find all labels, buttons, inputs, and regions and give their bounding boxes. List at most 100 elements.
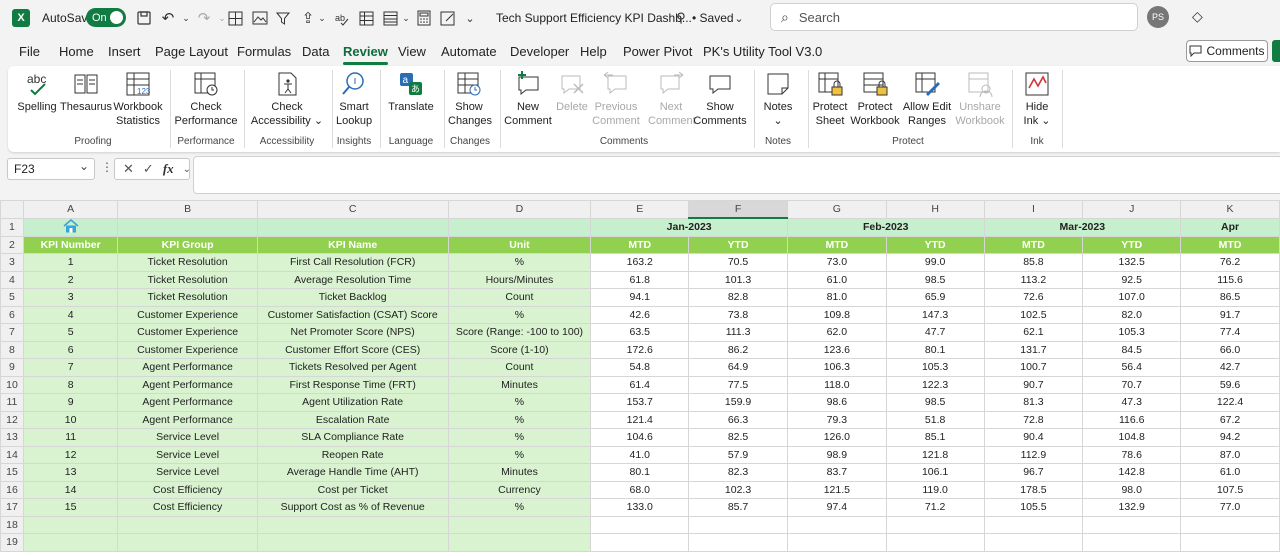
empty-cell[interactable]	[1082, 515, 1182, 534]
share-dropdown-icon[interactable]: ⌄	[312, 8, 332, 28]
calculator-icon[interactable]	[414, 8, 434, 28]
empty-cell[interactable]	[983, 515, 1084, 534]
picture-icon[interactable]	[250, 8, 270, 28]
empty-cell[interactable]	[447, 515, 592, 534]
customize-toolbar-icon[interactable]: ⌄	[460, 8, 480, 28]
kpi-name-cell[interactable]: Support Cost as % of Revenue	[256, 498, 449, 517]
value-cell[interactable]: 85.7	[688, 498, 788, 517]
kpi-group-cell[interactable]: Ticket Resolution	[117, 253, 258, 272]
kpi-name-cell[interactable]: Customer Effort Score (CES)	[256, 340, 449, 359]
kpi-group-cell[interactable]: Agent Performance	[117, 375, 258, 394]
kpi-name-cell[interactable]: Tickets Resolved per Agent	[256, 358, 449, 377]
month-header[interactable]: Jan-2023	[590, 217, 788, 237]
column-title[interactable]: YTD	[1082, 235, 1182, 254]
value-cell[interactable]: 98.6	[786, 393, 887, 412]
value-cell[interactable]: 42.7	[1180, 358, 1280, 377]
unit-cell[interactable]: Currency	[447, 480, 592, 499]
empty-cell[interactable]	[590, 515, 690, 534]
value-cell[interactable]: 104.6	[590, 428, 690, 447]
kpi-number-cell[interactable]: 14	[22, 480, 119, 499]
value-cell[interactable]: 178.5	[983, 480, 1084, 499]
name-box[interactable]: F23	[7, 158, 95, 180]
previous-comment-button[interactable]: Previous Comment	[592, 70, 640, 128]
menu-automate[interactable]: Automate	[441, 44, 497, 59]
value-cell[interactable]: 101.3	[688, 270, 788, 289]
translate-button[interactable]: aあ Translate	[384, 70, 438, 114]
value-cell[interactable]: 123.6	[786, 340, 887, 359]
value-cell[interactable]: 80.1	[590, 463, 690, 482]
redo-icon[interactable]: ↷	[194, 8, 214, 28]
function-dropdown-icon[interactable]: ⌄	[183, 164, 191, 175]
value-cell[interactable]: 73.0	[786, 253, 887, 272]
value-cell[interactable]: 94.1	[590, 288, 690, 307]
value-cell[interactable]: 47.3	[1082, 393, 1182, 412]
protect-workbook-button[interactable]: Protect Workbook	[848, 70, 902, 128]
row-header[interactable]: 18	[0, 515, 24, 534]
save-icon[interactable]	[134, 8, 154, 28]
kpi-number-cell[interactable]: 8	[22, 375, 119, 394]
row-header[interactable]: 10	[0, 375, 24, 394]
empty-cell[interactable]	[22, 533, 119, 552]
row-header[interactable]: 8	[0, 340, 24, 359]
menu-file[interactable]: File	[19, 44, 40, 59]
empty-cell[interactable]	[1180, 533, 1280, 552]
kpi-number-cell[interactable]: 6	[22, 340, 119, 359]
value-cell[interactable]: 105.3	[885, 358, 985, 377]
form-icon[interactable]	[438, 8, 458, 28]
protect-sheet-button[interactable]: Protect Sheet	[810, 70, 850, 128]
column-header-e[interactable]: E	[590, 200, 690, 219]
insert-function-icon[interactable]: fx	[163, 161, 174, 177]
smart-lookup-button[interactable]: Smart Lookup	[336, 70, 372, 128]
unit-cell[interactable]: Count	[447, 288, 592, 307]
kpi-group-cell[interactable]: Agent Performance	[117, 358, 258, 377]
menu-review[interactable]: Review	[343, 44, 388, 65]
value-cell[interactable]: 91.7	[1180, 305, 1280, 324]
column-header-h[interactable]: H	[885, 200, 985, 219]
kpi-group-cell[interactable]: Customer Experience	[117, 305, 258, 324]
value-cell[interactable]: 133.0	[590, 498, 690, 517]
show-changes-button[interactable]: Show Changes	[448, 70, 492, 128]
value-cell[interactable]: 85.8	[983, 253, 1084, 272]
kpi-group-cell[interactable]: Ticket Resolution	[117, 288, 258, 307]
empty-cell[interactable]	[885, 533, 985, 552]
value-cell[interactable]: 131.7	[983, 340, 1084, 359]
value-cell[interactable]: 79.3	[786, 410, 887, 429]
menu-home[interactable]: Home	[59, 44, 94, 59]
value-cell[interactable]: 102.5	[983, 305, 1084, 324]
value-cell[interactable]: 57.9	[688, 445, 788, 464]
value-cell[interactable]: 83.7	[786, 463, 887, 482]
unit-cell[interactable]: %	[447, 498, 592, 517]
value-cell[interactable]: 122.4	[1180, 393, 1280, 412]
value-cell[interactable]: 90.7	[983, 375, 1084, 394]
unit-cell[interactable]: Hours/Minutes	[447, 270, 592, 289]
menu-help[interactable]: Help	[580, 44, 607, 59]
value-cell[interactable]: 98.5	[885, 393, 985, 412]
kpi-number-cell[interactable]: 7	[22, 358, 119, 377]
kpi-name-cell[interactable]: Cost per Ticket	[256, 480, 449, 499]
spelling-button[interactable]: abc Spelling	[14, 70, 60, 114]
value-cell[interactable]: 159.9	[688, 393, 788, 412]
kpi-name-cell[interactable]: Reopen Rate	[256, 445, 449, 464]
new-comment-button[interactable]: New Comment	[502, 70, 554, 128]
kpi-name-cell[interactable]: First Response Time (FRT)	[256, 375, 449, 394]
saved-dropdown-icon[interactable]: ⌄	[729, 8, 749, 28]
value-cell[interactable]: 47.7	[885, 323, 985, 342]
value-cell[interactable]: 77.4	[1180, 323, 1280, 342]
kpi-name-cell[interactable]: Customer Satisfaction (CSAT) Score	[256, 305, 449, 324]
share-button[interactable]	[1272, 40, 1280, 62]
empty-cell[interactable]	[688, 533, 788, 552]
empty-cell[interactable]	[786, 533, 887, 552]
delete-comment-button[interactable]: Delete	[554, 70, 590, 114]
hide-ink-button[interactable]: Hide Ink ⌄	[1018, 70, 1056, 128]
empty-cell[interactable]	[590, 533, 690, 552]
kpi-number-cell[interactable]: 3	[22, 288, 119, 307]
empty-cell[interactable]	[117, 515, 258, 534]
kpi-number-cell[interactable]: 15	[22, 498, 119, 517]
value-cell[interactable]: 105.3	[1082, 323, 1182, 342]
value-cell[interactable]: 82.3	[688, 463, 788, 482]
empty-cell[interactable]	[256, 533, 449, 552]
cell-d1[interactable]	[447, 217, 592, 237]
row-header[interactable]: 2	[0, 235, 24, 254]
value-cell[interactable]: 68.0	[590, 480, 690, 499]
value-cell[interactable]: 86.2	[688, 340, 788, 359]
